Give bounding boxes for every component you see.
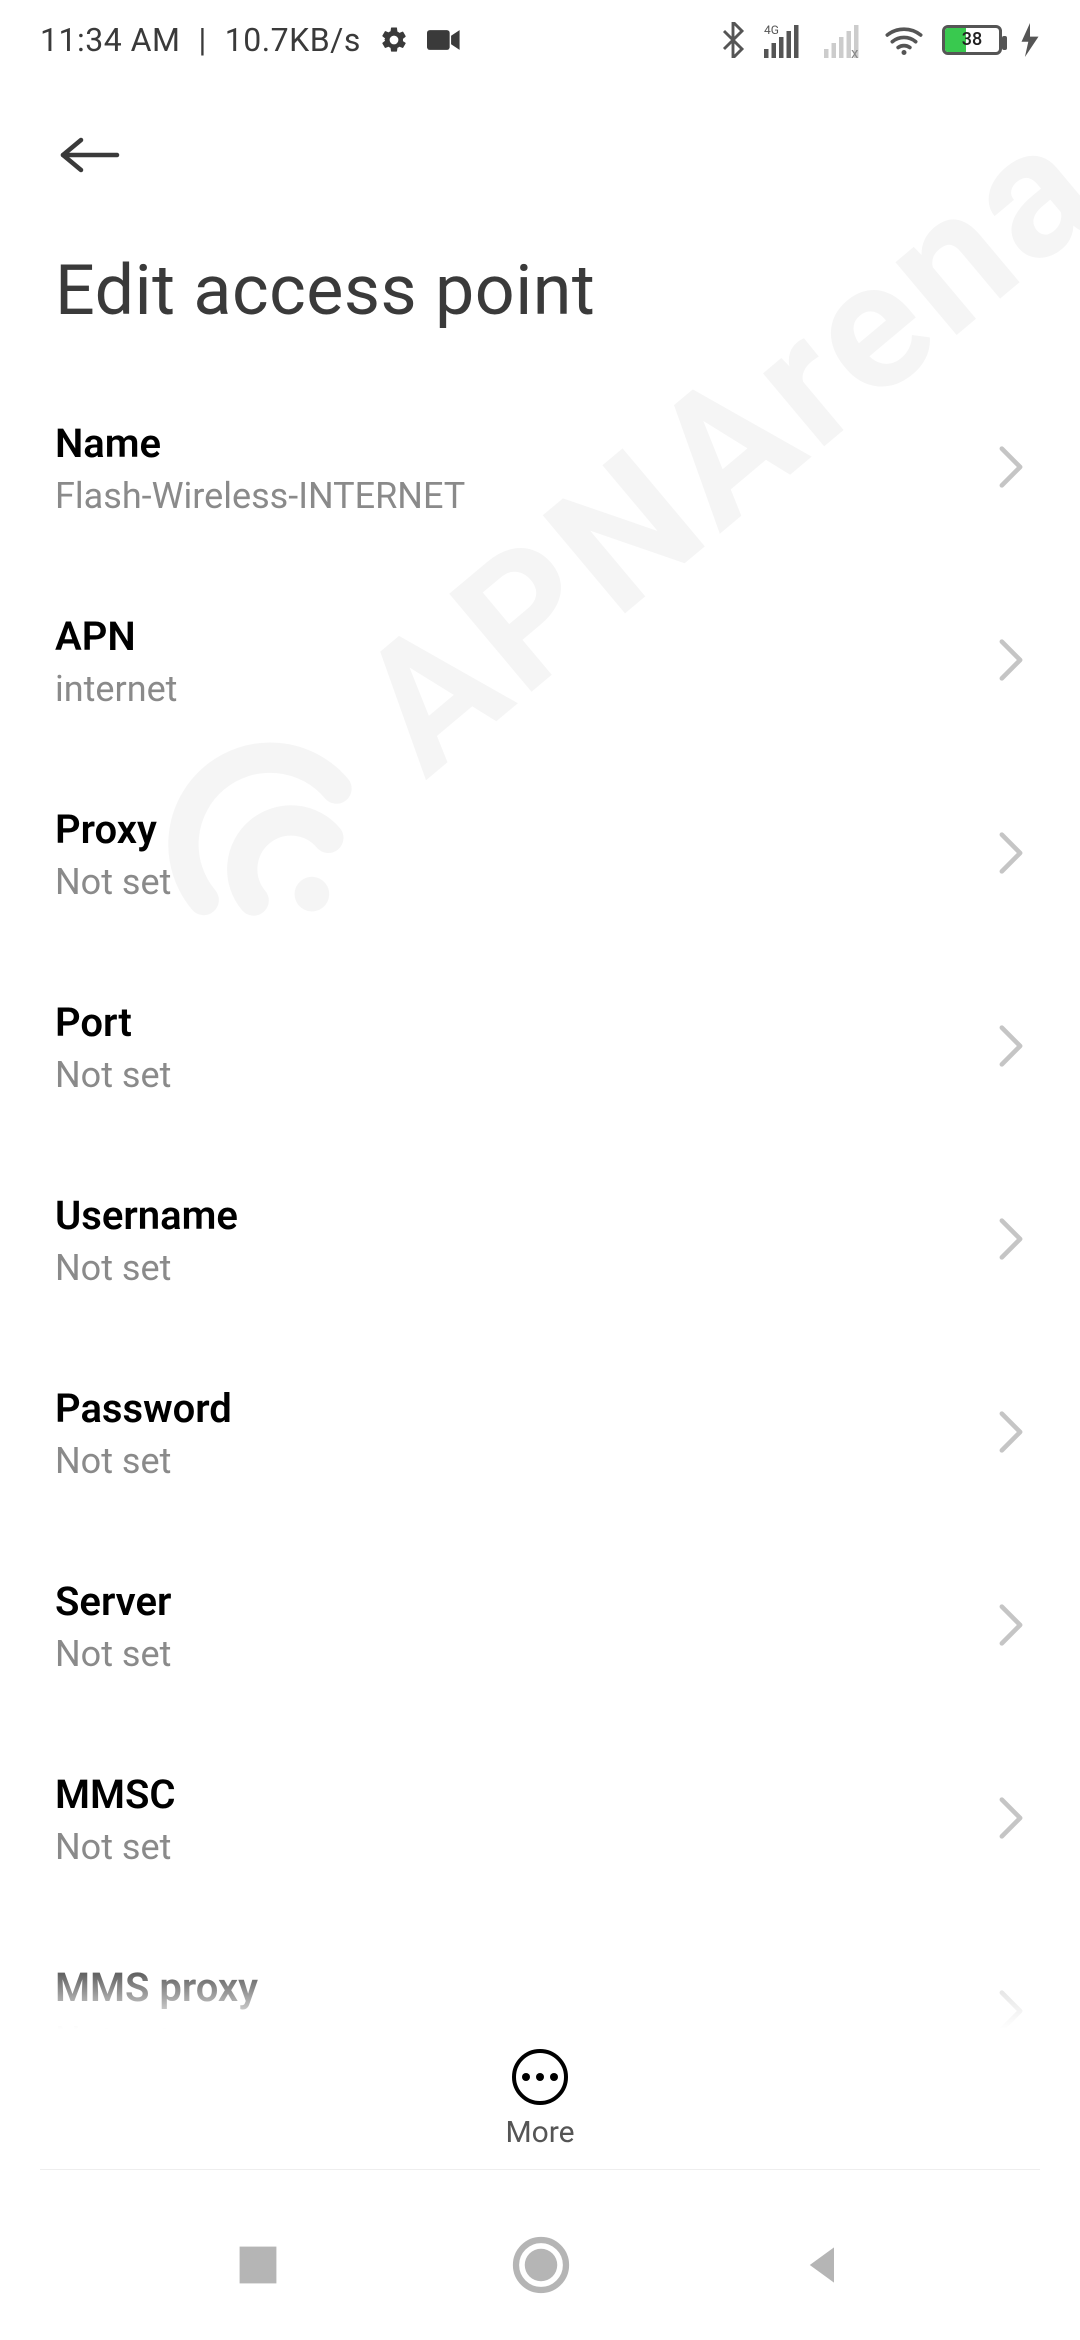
row-value: Not set	[55, 1826, 176, 1868]
row-label: Port	[55, 999, 171, 1046]
chevron-right-icon	[997, 1410, 1025, 1458]
battery-icon: 38	[942, 25, 1002, 55]
bluetooth-icon	[720, 22, 746, 58]
row-label: Server	[55, 1578, 171, 1625]
row-server[interactable]: Server Not set	[0, 1530, 1080, 1723]
row-name[interactable]: Name Flash-Wireless-INTERNET	[0, 372, 1080, 565]
battery-percent: 38	[945, 28, 999, 52]
row-label: APN	[55, 613, 177, 660]
row-apn[interactable]: APN internet	[0, 565, 1080, 758]
status-time: 11:34 AM	[40, 21, 180, 59]
back-button[interactable]	[55, 120, 125, 190]
status-right: 4G x 38	[720, 22, 1040, 58]
chevron-right-icon	[997, 638, 1025, 686]
page-title: Edit access point	[0, 190, 1080, 372]
status-bar: 11:34 AM | 10.7KB/s 4G x 38	[0, 0, 1080, 80]
nav-home-button[interactable]	[511, 2235, 571, 2295]
chevron-right-icon	[997, 445, 1025, 493]
row-password[interactable]: Password Not set	[0, 1337, 1080, 1530]
nav-back-button[interactable]	[801, 2243, 845, 2287]
row-label: Password	[55, 1385, 232, 1432]
row-username[interactable]: Username Not set	[0, 1144, 1080, 1337]
video-camera-icon	[427, 25, 461, 55]
settings-icon	[379, 25, 409, 55]
row-label: Username	[55, 1192, 238, 1239]
row-port[interactable]: Port Not set	[0, 951, 1080, 1144]
row-proxy[interactable]: Proxy Not set	[0, 758, 1080, 951]
row-value: internet	[55, 668, 177, 710]
chevron-right-icon	[997, 1603, 1025, 1651]
row-value: Not set	[55, 1440, 232, 1482]
row-value: Flash-Wireless-INTERNET	[55, 475, 465, 517]
status-net-speed: 10.7KB/s	[225, 21, 361, 59]
row-label: Name	[55, 420, 465, 467]
charging-icon	[1020, 23, 1040, 57]
row-label: MMSC	[55, 1771, 176, 1818]
chevron-right-icon	[997, 1024, 1025, 1072]
chevron-right-icon	[997, 831, 1025, 879]
signal-4g-icon: 4G	[764, 22, 806, 58]
status-separator: |	[198, 21, 206, 59]
header	[0, 80, 1080, 190]
settings-list: Name Flash-Wireless-INTERNET APN interne…	[0, 372, 1080, 2109]
row-label: MMS proxy	[55, 1964, 258, 2011]
nav-recent-button[interactable]	[235, 2242, 281, 2288]
row-mmsc[interactable]: MMSC Not set	[0, 1723, 1080, 1916]
row-value: Not set	[55, 861, 171, 903]
system-nav-bar	[0, 2190, 1080, 2340]
row-label: Proxy	[55, 806, 171, 853]
chevron-right-icon	[997, 1796, 1025, 1844]
more-icon	[512, 2049, 568, 2105]
row-value: Not set	[55, 1247, 238, 1289]
divider	[40, 2169, 1040, 2170]
row-value: Not set	[55, 1054, 171, 1096]
wifi-icon	[884, 24, 924, 56]
svg-text:4G: 4G	[764, 23, 779, 37]
signal-no-sim-icon: x	[824, 22, 866, 58]
more-button[interactable]: More	[0, 2029, 1080, 2150]
status-left: 11:34 AM | 10.7KB/s	[40, 21, 461, 59]
chevron-right-icon	[997, 1217, 1025, 1265]
svg-text:x: x	[851, 44, 859, 58]
row-value: Not set	[55, 1633, 171, 1675]
more-label: More	[505, 2115, 574, 2150]
